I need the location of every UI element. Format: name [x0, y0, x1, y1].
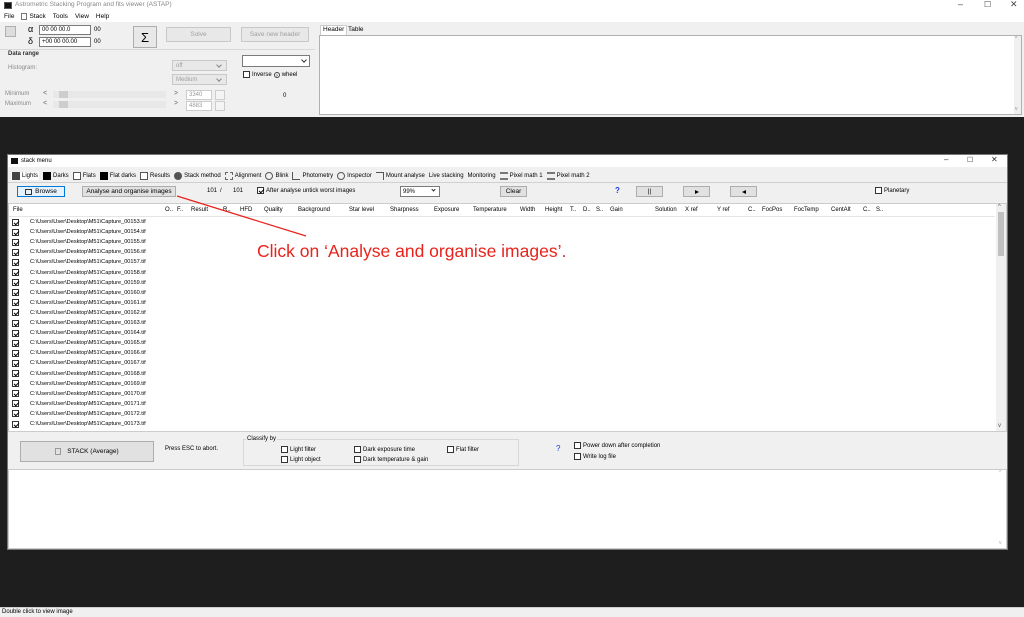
annotation-arrow: [176, 195, 307, 237]
status-text: Double click to view image: [2, 609, 73, 615]
annotation-arrow-line: [176, 195, 307, 237]
status-bar: [0, 607, 1024, 617]
annotation-text: Click on ‘Analyse and organise images’.: [257, 241, 567, 261]
